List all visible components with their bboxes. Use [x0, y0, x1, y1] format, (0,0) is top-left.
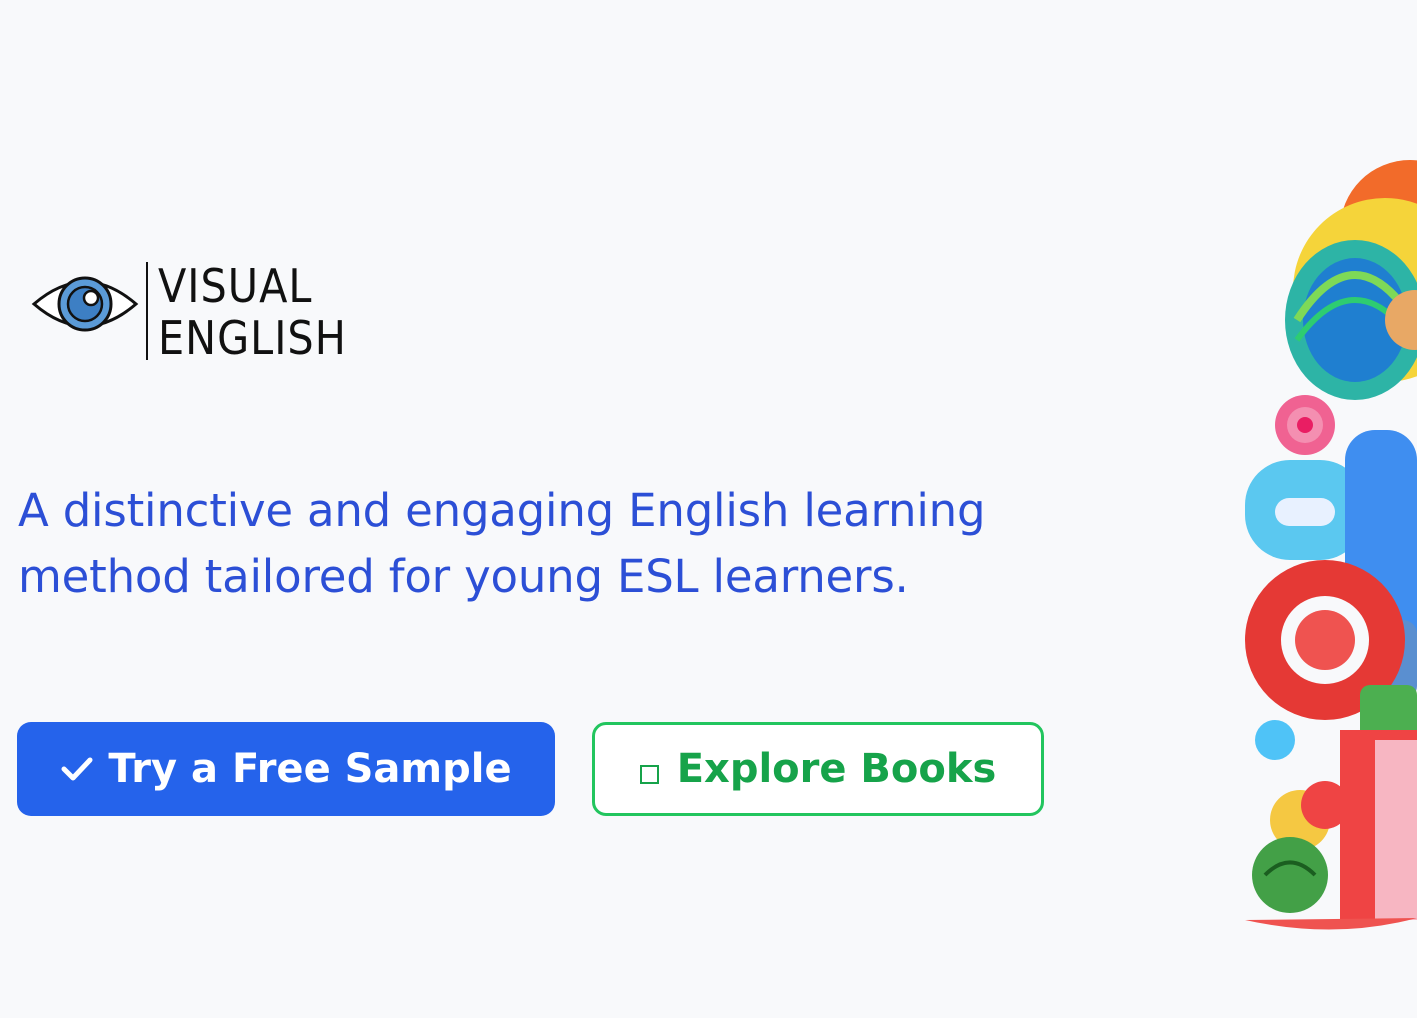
try-free-sample-label: Try a Free Sample [108, 746, 512, 792]
explore-books-label: Explore Books [676, 746, 997, 792]
explore-books-button[interactable]: Explore Books [592, 722, 1044, 816]
checkmark-icon [60, 755, 94, 783]
brand-logo[interactable]: VISUAL ENGLISH [30, 260, 410, 364]
brand-name: VISUAL ENGLISH [158, 260, 347, 364]
square-icon [639, 764, 659, 784]
decorative-3d-illustration [1245, 160, 1417, 930]
tagline: A distinctive and engaging English learn… [18, 484, 986, 603]
eye-icon [31, 276, 139, 332]
brand-line-2: ENGLISH [158, 311, 347, 365]
brand-line-1: VISUAL [158, 259, 313, 313]
logo-divider [146, 262, 148, 360]
try-free-sample-button[interactable]: Try a Free Sample [17, 722, 555, 816]
